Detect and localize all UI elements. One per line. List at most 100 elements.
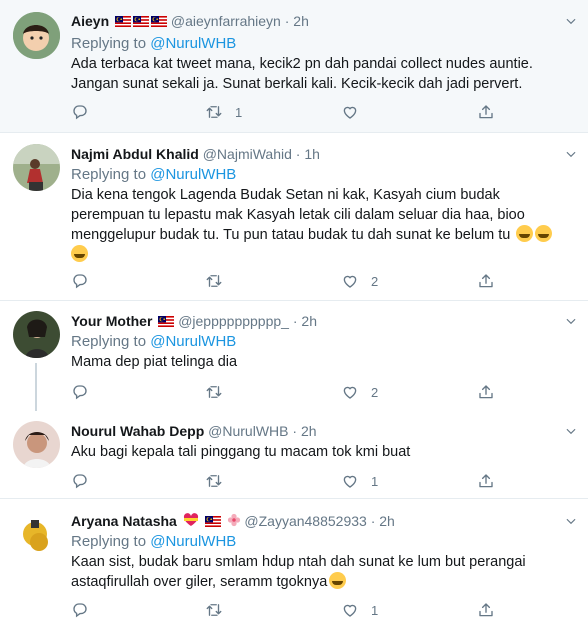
avatar[interactable] bbox=[13, 311, 60, 358]
tweet-aieyn[interactable]: Aieyn @aieynfarrahieyn · 2h Replying to … bbox=[0, 0, 588, 132]
tweet-actions: 1 bbox=[71, 600, 511, 620]
display-name[interactable]: Najmi Abdul Khalid bbox=[71, 146, 199, 162]
tweet-aryana[interactable]: Aryana Natasha @Zayyan48852933 · 2h Repl… bbox=[0, 499, 588, 629]
like-count: 1 bbox=[371, 602, 379, 618]
share-icon bbox=[477, 601, 495, 619]
timestamp[interactable]: 2h bbox=[301, 313, 317, 329]
chevron-down-icon[interactable] bbox=[564, 147, 578, 161]
tweet-actions: 1 bbox=[71, 471, 511, 491]
malaysia-flag-icon bbox=[133, 16, 149, 27]
display-name[interactable]: Aieyn bbox=[71, 13, 109, 29]
share-button[interactable] bbox=[477, 600, 495, 620]
timestamp[interactable]: 2h bbox=[293, 13, 309, 29]
avatar[interactable] bbox=[13, 421, 60, 468]
like-icon bbox=[341, 601, 359, 619]
replying-to-label: Replying to bbox=[71, 533, 147, 550]
like-icon bbox=[341, 383, 359, 401]
replying-to: Replying to @NurulWHB bbox=[71, 532, 236, 552]
reply-button[interactable] bbox=[71, 271, 101, 291]
like-button[interactable]: 2 bbox=[341, 382, 378, 402]
tweet-nourul[interactable]: Nourul Wahab Depp @NurulWHB · 2h Aku bag… bbox=[0, 409, 588, 498]
retweet-count: 1 bbox=[235, 104, 243, 120]
avatar[interactable] bbox=[13, 144, 60, 191]
tweet-actions: 1 bbox=[71, 102, 511, 122]
replying-to-label: Replying to bbox=[71, 166, 147, 183]
retweet-icon bbox=[205, 272, 223, 290]
share-button[interactable] bbox=[477, 471, 495, 491]
flower-icon bbox=[227, 513, 240, 527]
avatar[interactable] bbox=[13, 512, 60, 559]
like-count: 1 bbox=[371, 473, 379, 489]
like-button[interactable]: 1 bbox=[341, 471, 378, 491]
avatar[interactable] bbox=[13, 12, 60, 59]
tweet-text-line: Dia kena tengok Lagenda Budak Setan ni k… bbox=[71, 187, 500, 203]
chevron-down-icon[interactable] bbox=[564, 14, 578, 28]
retweet-button[interactable] bbox=[205, 271, 235, 291]
like-button[interactable] bbox=[341, 102, 371, 122]
user-handle[interactable]: @NurulWHB bbox=[208, 423, 288, 439]
retweet-button[interactable]: 1 bbox=[205, 102, 242, 122]
tweet-text: Mama dep piat telinga dia bbox=[71, 352, 581, 372]
reply-button[interactable] bbox=[71, 382, 101, 402]
chevron-down-icon[interactable] bbox=[564, 424, 578, 438]
tweet-text-line: astaqfirullah over giler, seramm tgoknya bbox=[71, 574, 328, 590]
like-button[interactable]: 2 bbox=[341, 271, 378, 291]
scream-emoji-icon bbox=[329, 572, 347, 589]
mention-link[interactable]: @NurulWHB bbox=[150, 35, 236, 52]
laughing-emoji-icon bbox=[535, 225, 553, 242]
thread-connector bbox=[35, 363, 37, 411]
retweet-button[interactable] bbox=[205, 600, 235, 620]
share-button[interactable] bbox=[477, 102, 495, 122]
mention-link[interactable]: @NurulWHB bbox=[150, 333, 236, 350]
malaysia-flag-icon bbox=[205, 516, 221, 527]
separator-dot: · bbox=[370, 513, 376, 529]
reply-button[interactable] bbox=[71, 600, 101, 620]
mention-link[interactable]: @NurulWHB bbox=[150, 166, 236, 183]
replying-to: Replying to @NurulWHB bbox=[71, 34, 236, 54]
retweet-button[interactable] bbox=[205, 471, 235, 491]
tweet-najmi[interactable]: Najmi Abdul Khalid @NajmiWahid · 1h Repl… bbox=[0, 133, 588, 300]
user-handle[interactable]: @aieynfarrahieyn bbox=[171, 13, 281, 29]
display-name[interactable]: Aryana Natasha bbox=[71, 513, 177, 529]
retweet-button[interactable] bbox=[205, 382, 235, 402]
chevron-down-icon[interactable] bbox=[564, 514, 578, 528]
timestamp[interactable]: 1h bbox=[304, 146, 320, 162]
tweet-text-line: menggelupur budak tu. Tu pun tatau budak… bbox=[71, 227, 511, 243]
tweet-text-line: Aku bagi kepala tali pinggang tu macam t… bbox=[71, 444, 411, 460]
tweet-text-line: Kaan sist, budak baru smlam hdup ntah da… bbox=[71, 554, 526, 570]
tweet-your-mother[interactable]: Your Mother @jepppppppppp_ · 2h Replying… bbox=[0, 301, 588, 411]
retweet-icon bbox=[205, 383, 223, 401]
user-handle[interactable]: @Zayyan48852933 bbox=[244, 513, 366, 529]
display-name[interactable]: Nourul Wahab Depp bbox=[71, 423, 204, 439]
tweet-text-line: Mama dep piat telinga dia bbox=[71, 354, 238, 370]
separator-dot: · bbox=[295, 146, 301, 162]
separator-dot: · bbox=[292, 313, 298, 329]
replying-to: Replying to @NurulWHB bbox=[71, 165, 236, 185]
share-button[interactable] bbox=[477, 382, 495, 402]
share-button[interactable] bbox=[477, 271, 495, 291]
reply-icon bbox=[71, 472, 89, 490]
replying-to-label: Replying to bbox=[71, 333, 147, 350]
mention-link[interactable]: @NurulWHB bbox=[150, 533, 236, 550]
reply-icon bbox=[71, 383, 89, 401]
tweet-text: Dia kena tengok Lagenda Budak Setan ni k… bbox=[71, 185, 581, 265]
like-icon bbox=[341, 103, 359, 121]
like-icon bbox=[341, 272, 359, 290]
tweet-actions: 2 bbox=[71, 382, 511, 402]
reply-icon bbox=[71, 601, 89, 619]
reply-icon bbox=[71, 103, 89, 121]
laughing-emoji-icon bbox=[516, 225, 534, 242]
tweet-text-line: Jangan sunat sekali ja. Sunat berkali ka… bbox=[71, 76, 523, 92]
share-icon bbox=[477, 383, 495, 401]
timestamp[interactable]: 2h bbox=[301, 423, 317, 439]
user-handle[interactable]: @jepppppppppp_ bbox=[178, 313, 289, 329]
heart-ribbon-icon bbox=[183, 513, 198, 526]
reply-button[interactable] bbox=[71, 102, 101, 122]
user-handle[interactable]: @NajmiWahid bbox=[203, 146, 292, 162]
like-button[interactable]: 1 bbox=[341, 600, 378, 620]
display-name[interactable]: Your Mother bbox=[71, 313, 152, 329]
share-icon bbox=[477, 103, 495, 121]
chevron-down-icon[interactable] bbox=[564, 314, 578, 328]
timestamp[interactable]: 2h bbox=[379, 513, 395, 529]
reply-button[interactable] bbox=[71, 471, 101, 491]
